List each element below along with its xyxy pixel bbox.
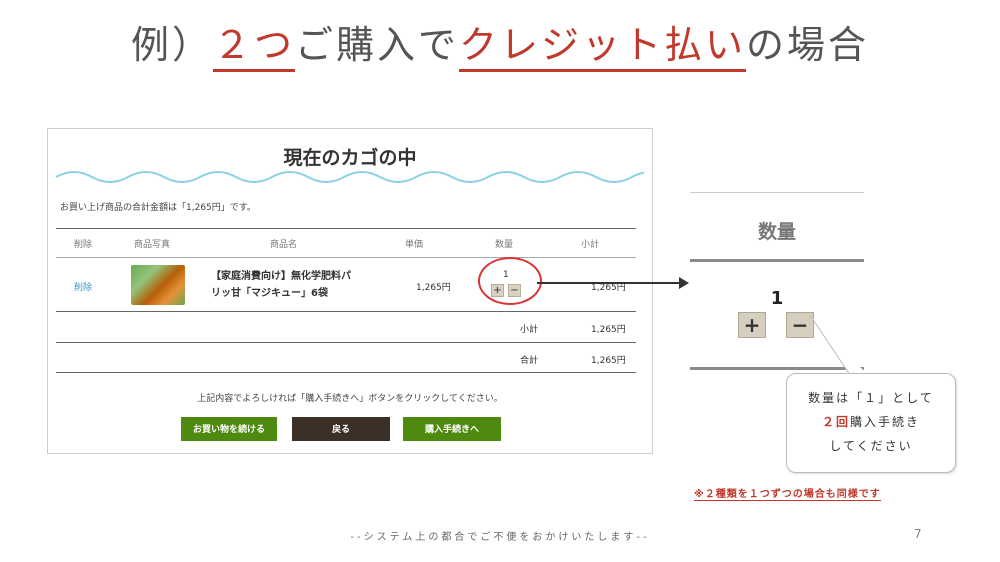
footnote: ※２種類を１つずつの場合も同様です	[694, 485, 881, 501]
zoom-header-label: 数量	[757, 221, 796, 243]
arrow-head	[679, 277, 689, 289]
title-emphasis-count: ２つ	[212, 23, 295, 72]
continue-shopping-button[interactable]: お買い物を続ける	[181, 417, 277, 441]
product-name-line1: 【家庭消費向け】無化学肥料パ	[211, 271, 351, 282]
title-suffix: の場合	[746, 23, 870, 67]
subtotal-label: 小計	[520, 325, 539, 335]
bubble-line2-rest: 購入手続き	[850, 415, 921, 429]
header-divider	[56, 257, 636, 258]
zoom-header: 数量	[690, 192, 864, 262]
cart-panel: 現在のカゴの中 お買い上げ商品の合計金額は「1,265円」です。 削除 商品写真…	[47, 128, 653, 454]
title-prefix: 例）	[130, 23, 213, 67]
product-name-line2: リッ甘「マジキュー」6袋	[211, 288, 328, 299]
subtotal-divider	[56, 342, 636, 343]
wave-decoration	[56, 171, 644, 183]
delete-link[interactable]: 削除	[74, 280, 92, 293]
col-header-photo: 商品写真	[134, 240, 171, 250]
checkout-button[interactable]: 購入手続きへ	[403, 417, 501, 441]
col-header-name: 商品名	[270, 240, 298, 250]
arrow-right-icon	[537, 282, 679, 284]
total-value: 1,265円	[591, 356, 626, 366]
bubble-line1: 数量は「１」として	[808, 391, 934, 405]
quantity-highlight-circle	[478, 257, 542, 305]
unit-price: 1,265円	[416, 283, 451, 293]
table-bottom-border	[56, 372, 636, 373]
total-label: 合計	[520, 356, 539, 366]
bubble-line2: ２回購入手続き	[787, 410, 955, 434]
table-top-border	[56, 228, 636, 229]
subtotal-value: 1,265円	[591, 325, 626, 335]
page-number: 7	[914, 527, 922, 541]
col-header-delete: 削除	[74, 240, 93, 250]
bubble-twice: ２回	[821, 415, 850, 429]
row-divider	[56, 311, 636, 312]
title-emphasis-credit: クレジット払い	[459, 23, 747, 72]
checkout-instruction: 上記内容でよろしければ「購入手続きへ」ボタンをクリックしてください。	[197, 394, 503, 404]
col-header-quantity: 数量	[495, 240, 514, 250]
zoom-quantity-value: 1	[770, 288, 784, 309]
bubble-line3: してください	[829, 439, 913, 453]
product-photo[interactable]	[131, 265, 185, 305]
col-header-subtotal: 小計	[581, 240, 600, 250]
slide-title: 例）２つご購入でクレジット払いの場合	[0, 14, 1000, 72]
title-mid: ご購入で	[294, 23, 459, 67]
footer-note: --システム上の都合でご不便をおかけいたします--	[350, 532, 650, 543]
zoom-plus-icon[interactable]: +	[738, 312, 766, 338]
total-amount-note: お買い上げ商品の合計金額は「1,265円」です。	[60, 203, 256, 213]
speech-bubble: 数量は「１」として ２回購入手続き してください	[786, 373, 956, 473]
product-name: 【家庭消費向け】無化学肥料パ リッ甘「マジキュー」6袋	[211, 268, 381, 302]
col-header-unit-price: 単価	[405, 240, 424, 250]
back-button[interactable]: 戻る	[292, 417, 390, 441]
